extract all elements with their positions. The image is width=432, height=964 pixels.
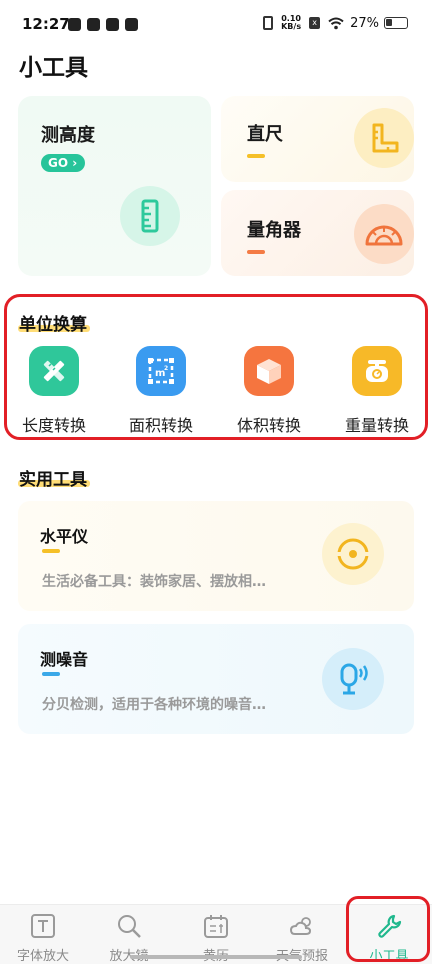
app-notification-icon: [125, 18, 138, 31]
area-m2-icon: m 2: [136, 346, 186, 396]
length-conversion-label: 长度转换: [21, 416, 86, 435]
sim-icon: x: [309, 17, 321, 29]
tools-tab-highlight: [346, 896, 430, 962]
practical-tools-title: 实用工具: [19, 470, 87, 490]
battery-icon: [384, 17, 408, 29]
status-bar: 12:27 0.10 KB/s x 27%: [0, 0, 432, 46]
microphone-icon: [322, 648, 384, 710]
wifi-icon: [328, 17, 344, 29]
network-speed: 0.10 KB/s: [281, 14, 302, 31]
scale-icon: [352, 346, 402, 396]
protractor-accent-bar: [247, 250, 265, 254]
text-icon: [31, 914, 55, 938]
calendar-icon: [204, 915, 228, 938]
level-tool-name: 水平仪: [40, 527, 89, 546]
app-notification-icon: [87, 18, 100, 31]
height-ruler-icon: [120, 186, 180, 246]
ruler-icon: [354, 108, 414, 168]
ruler-card[interactable]: 直尺: [221, 96, 414, 182]
noise-tool-name: 测噪音: [40, 650, 89, 669]
noise-tool-desc: 分贝检测，适用于各种环境的噪音…: [42, 697, 266, 713]
magnifier-icon: [118, 915, 141, 938]
status-time: 12:27: [22, 15, 70, 33]
weight-conversion-label: 重量转换: [344, 416, 409, 435]
noise-tool-card[interactable]: 测噪音 分贝检测，适用于各种环境的噪音…: [18, 624, 414, 734]
pencil-ruler-icon: [29, 346, 79, 396]
protractor-icon: [354, 204, 414, 264]
protractor-title: 量角器: [247, 220, 301, 241]
noise-accent-bar: [42, 672, 60, 676]
svg-text:2: 2: [164, 365, 168, 372]
level-accent-bar: [42, 549, 60, 553]
length-conversion-button[interactable]: 长度转换: [4, 346, 104, 436]
ruler-accent-bar: [247, 154, 265, 158]
volume-conversion-button[interactable]: 体积转换: [219, 346, 319, 436]
ruler-title: 直尺: [247, 124, 283, 145]
level-bubble-icon: [322, 523, 384, 585]
cube-icon: [244, 346, 294, 396]
area-conversion-button[interactable]: m 2 面积转换: [111, 346, 211, 436]
nav-label: 字体放大: [16, 949, 69, 964]
go-button[interactable]: GO ›: [41, 154, 86, 172]
unit-conversion-title: 单位换算: [19, 315, 87, 335]
protractor-card[interactable]: 量角器: [221, 190, 414, 276]
nav-font-zoom[interactable]: 字体放大: [0, 905, 86, 964]
page-title: 小工具: [19, 55, 88, 81]
weather-icon: [289, 917, 312, 935]
weight-conversion-button[interactable]: 重量转换: [327, 346, 427, 436]
level-tool-card[interactable]: 水平仪 生活必备工具：装饰家居、摆放相…: [18, 501, 414, 611]
area-conversion-label: 面积转换: [128, 416, 193, 435]
home-indicator[interactable]: [130, 955, 302, 959]
level-tool-desc: 生活必备工具：装饰家居、摆放相…: [42, 574, 266, 590]
tiktok-icon: [68, 18, 81, 31]
battery-percent: 27%: [350, 15, 379, 31]
measure-height-card[interactable]: 测高度 GO ›: [18, 96, 211, 276]
volume-conversion-label: 体积转换: [236, 416, 301, 435]
measure-height-title: 测高度: [41, 125, 95, 146]
vibrate-icon: [263, 16, 274, 30]
app-notification-icon: [106, 18, 119, 31]
